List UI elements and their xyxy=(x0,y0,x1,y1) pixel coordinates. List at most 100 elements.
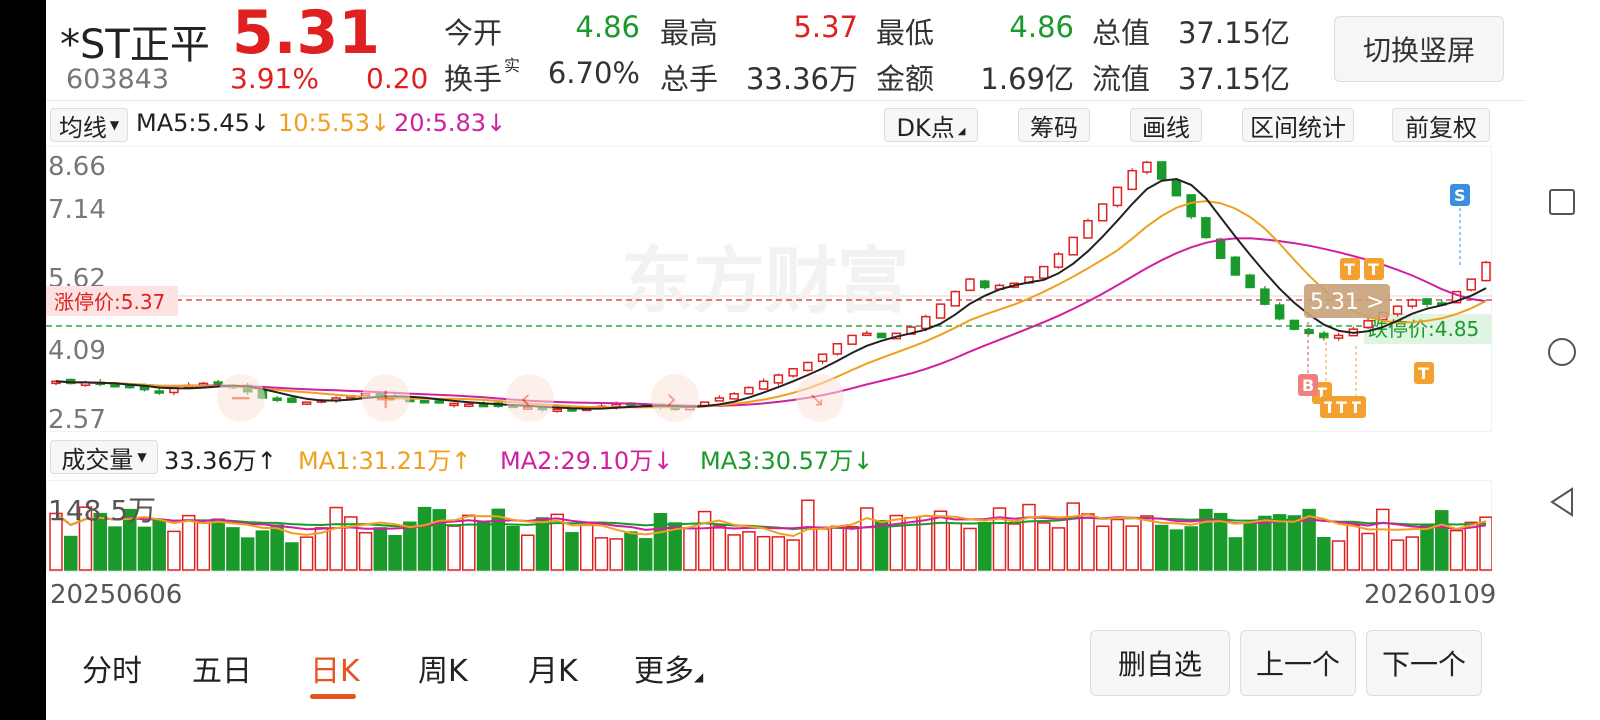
adjust-button[interactable]: 前复权 xyxy=(1392,108,1490,142)
switch-orientation-button[interactable]: 切换竖屏 xyxy=(1334,16,1504,82)
candle xyxy=(935,303,946,319)
ma20-value: 20:5.83↓ xyxy=(394,109,507,137)
candle xyxy=(714,397,725,402)
candle xyxy=(1304,328,1314,335)
volume-bar xyxy=(742,531,756,571)
draw-button[interactable]: 画线 xyxy=(1130,108,1202,142)
candle xyxy=(788,368,798,377)
tab-monthly-k[interactable]: 月K xyxy=(528,646,578,690)
prev-stock-button[interactable]: 上一个 xyxy=(1240,630,1356,696)
volume-bar xyxy=(447,525,461,571)
divider xyxy=(46,100,1524,101)
volume-label: 总手 xyxy=(660,62,719,96)
candle xyxy=(464,403,474,407)
y-label-3: 4.09 xyxy=(48,336,106,366)
volume-bar xyxy=(299,536,314,571)
volume-chart[interactable]: 148.5万 xyxy=(46,480,1492,572)
chevron-right-icon: › xyxy=(666,382,677,415)
high-value: 5.37 xyxy=(793,10,858,44)
volume-bar xyxy=(786,539,800,571)
candle xyxy=(154,390,164,394)
volume-bar xyxy=(1390,539,1405,571)
volume-bar xyxy=(638,538,653,571)
back-button[interactable] xyxy=(1546,486,1578,518)
volume-bar xyxy=(196,522,211,571)
candle xyxy=(1097,203,1108,222)
candle xyxy=(1407,299,1418,307)
volume-bar xyxy=(683,527,697,571)
date-end: 20260109 xyxy=(1364,580,1497,610)
candle xyxy=(832,343,843,355)
volume-bar xyxy=(506,525,520,571)
minus-icon: − xyxy=(229,381,252,414)
square-icon xyxy=(1549,189,1575,215)
volume-select-label: 成交量 xyxy=(61,445,134,474)
volume-select[interactable]: 成交量 ▼ xyxy=(50,440,158,474)
arrow-down-right-icon: ↘ xyxy=(808,387,825,411)
ma-select[interactable]: 均线 ▼ xyxy=(50,108,128,142)
candlestick-chart[interactable]: 东方财富 8.66 7.14 5.62 4.09 2.57 涨停价:5.37 跌… xyxy=(46,146,1492,432)
volume-bar xyxy=(285,542,299,571)
float-value: 37.15亿 xyxy=(1177,62,1290,96)
volume-bar xyxy=(432,509,447,571)
candle xyxy=(301,401,312,405)
open-value: 4.86 xyxy=(575,10,640,44)
turnover-sup: 实 xyxy=(504,56,521,75)
candle xyxy=(1392,305,1403,315)
delete-watchlist-button[interactable]: 删自选 xyxy=(1090,630,1230,696)
home-button[interactable] xyxy=(1546,336,1578,368)
volume-bar xyxy=(211,518,225,571)
range-stats-button[interactable]: 区间统计 xyxy=(1242,108,1354,142)
next-stock-button[interactable]: 下一个 xyxy=(1366,630,1482,696)
volume-bar xyxy=(874,520,889,571)
date-start: 20250606 xyxy=(50,580,183,610)
active-tab-indicator xyxy=(310,694,356,699)
stock-price: 5.31 xyxy=(232,0,381,68)
volume-bar xyxy=(358,531,373,571)
triangle-back-icon xyxy=(1550,487,1573,517)
tab-five-day[interactable]: 五日 xyxy=(192,646,252,690)
volume-y-label: 148.5万 xyxy=(48,494,156,527)
volume-bar xyxy=(609,538,623,571)
t-marker-label: T xyxy=(1368,260,1379,279)
chips-button[interactable]: 筹码 xyxy=(1018,108,1090,142)
tab-intraday[interactable]: 分时 xyxy=(82,646,142,690)
volume-bar xyxy=(240,537,255,571)
stock-code: 603843 xyxy=(66,64,170,95)
volume-bar xyxy=(417,506,432,571)
volume-bar xyxy=(565,532,579,571)
recent-apps-button[interactable] xyxy=(1546,186,1578,218)
volume-bar xyxy=(403,521,417,571)
volume-bar xyxy=(594,537,609,571)
ma10-value: 10:5.53↓ xyxy=(278,109,391,137)
s-marker-label: S xyxy=(1454,186,1466,205)
candle xyxy=(449,402,459,407)
tab-more-label: 更多 xyxy=(634,654,694,689)
volume-bar xyxy=(978,521,992,571)
candle xyxy=(1083,219,1093,239)
volume-bar xyxy=(830,525,845,571)
tab-more[interactable]: 更多◢ xyxy=(634,646,703,690)
plus-icon: + xyxy=(374,382,397,415)
volume-value: 33.36万 xyxy=(745,62,858,96)
tab-weekly-k[interactable]: 周K xyxy=(418,646,468,690)
amount-label: 金额 xyxy=(876,62,935,96)
candle xyxy=(552,408,562,412)
candle xyxy=(1333,334,1344,339)
tab-daily-k[interactable]: 日K xyxy=(310,646,360,690)
candle xyxy=(921,315,931,330)
candle xyxy=(110,383,120,388)
volume-bar xyxy=(181,514,196,571)
amount-value: 1.69亿 xyxy=(980,62,1074,96)
candle xyxy=(611,403,621,408)
candle xyxy=(1068,236,1078,256)
volume-bar xyxy=(491,508,506,571)
candle xyxy=(1319,332,1329,339)
y-label-4: 2.57 xyxy=(48,405,106,432)
volume-bar xyxy=(1228,537,1243,571)
volume-bar xyxy=(756,535,771,571)
dk-button[interactable]: DK点 ◢ xyxy=(884,108,978,142)
candle xyxy=(1422,298,1432,305)
volume-current: 33.36万↑ xyxy=(164,447,277,475)
candle xyxy=(1053,253,1064,268)
